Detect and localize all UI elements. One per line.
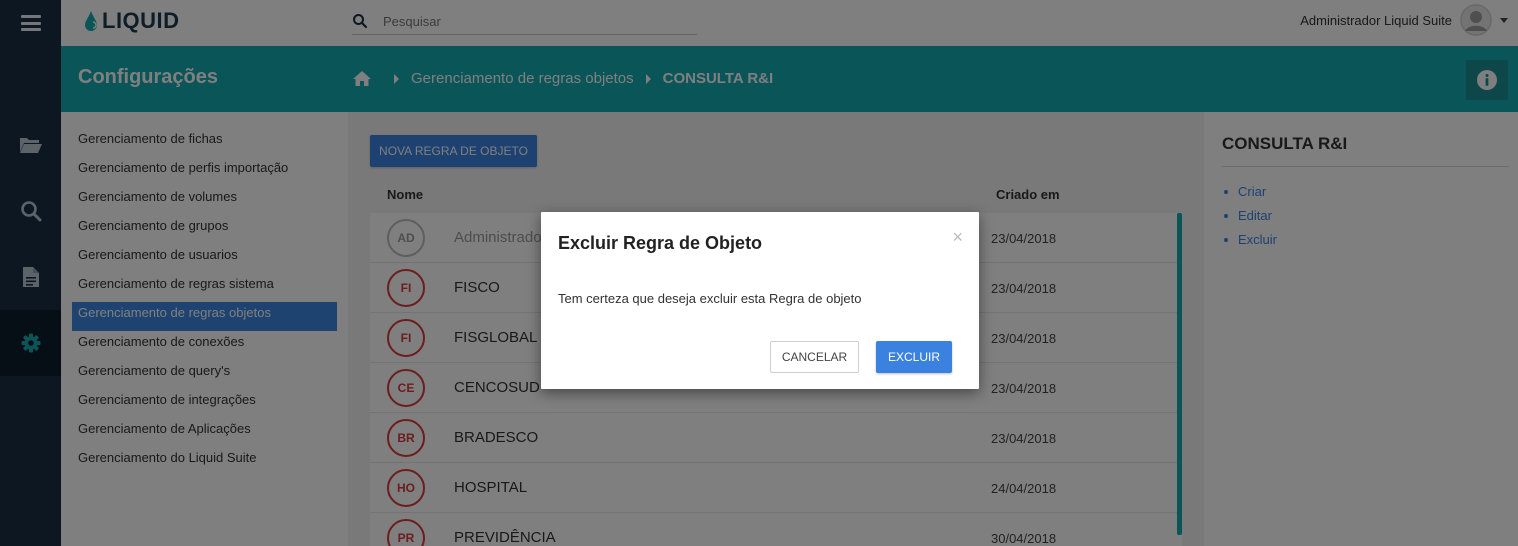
confirm-delete-button[interactable]: EXCLUIR [876,341,952,373]
dialog-title: Excluir Regra de Objeto [558,233,763,253]
cancel-button[interactable]: CANCELAR [770,341,859,373]
close-icon[interactable]: × [952,228,963,246]
dialog-message: Tem certeza que deseja excluir esta Regr… [558,291,862,306]
delete-confirmation-dialog: Excluir Regra de Objeto × Tem certeza qu… [541,212,979,389]
